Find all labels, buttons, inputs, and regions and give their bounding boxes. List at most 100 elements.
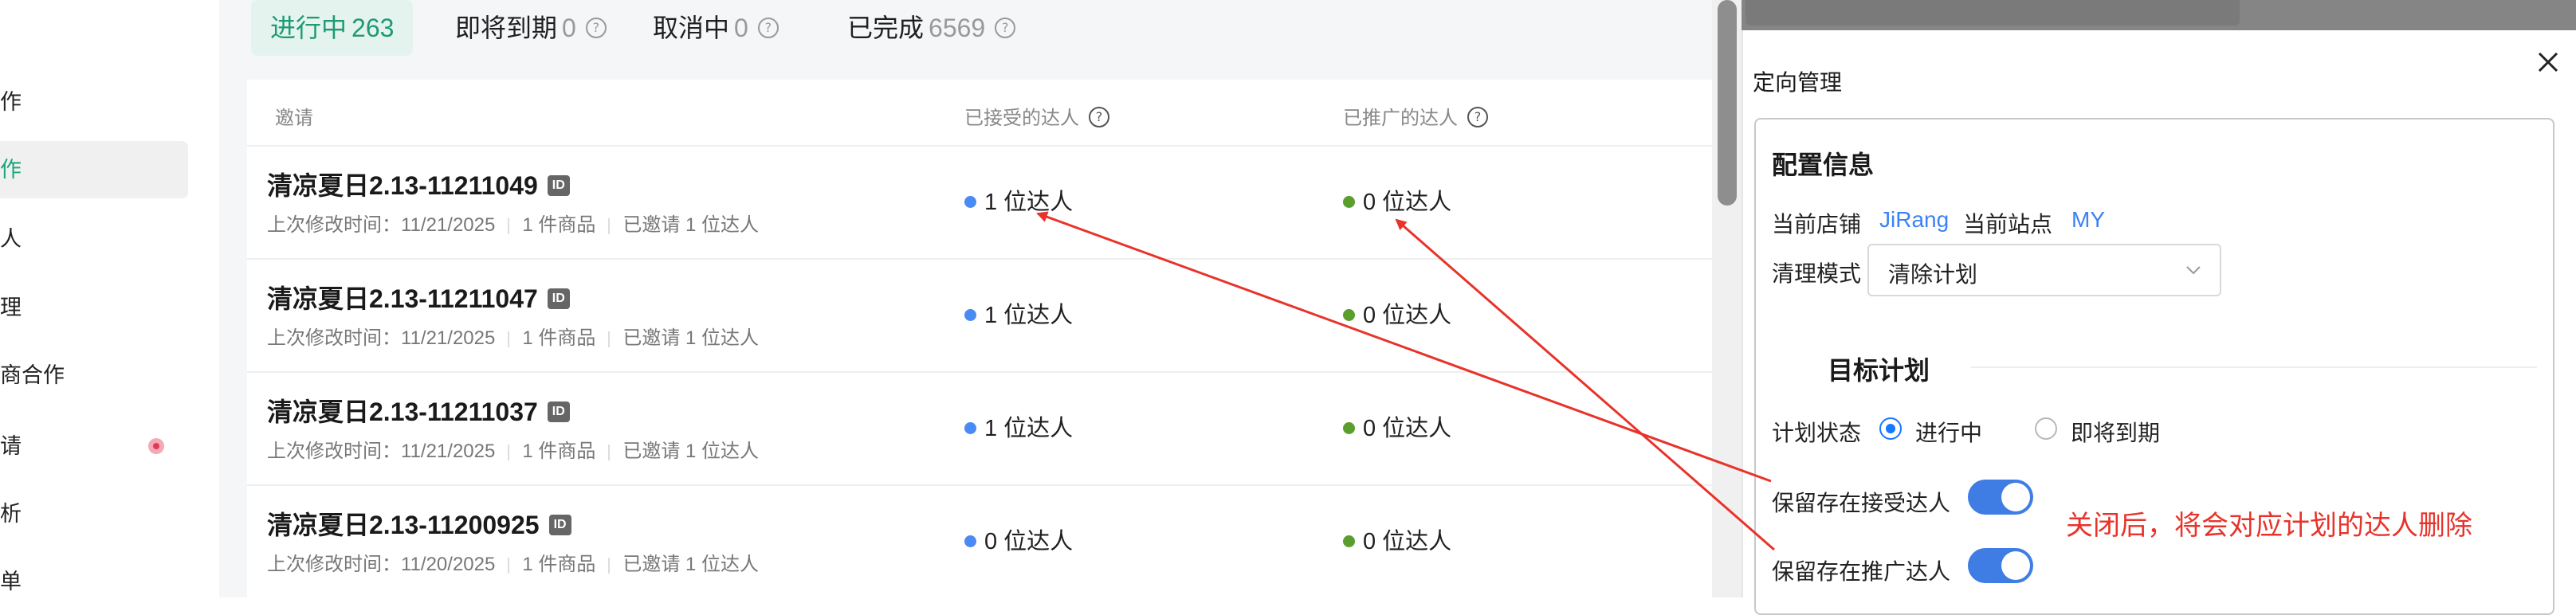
accepted-count: 0 位达人	[984, 529, 1074, 554]
tab-expiring-soon[interactable]: 即将到期 0?	[455, 0, 607, 56]
site-value[interactable]: MY	[2071, 207, 2105, 233]
help-icon[interactable]: ?	[1467, 106, 1488, 127]
sidebar-item-label: 作	[0, 158, 22, 182]
tab-cancelling[interactable]: 取消中 0?	[653, 0, 779, 56]
tab-label: 已完成	[847, 14, 925, 42]
product-count: 1 件商品	[522, 554, 596, 575]
store-label: 当前店铺	[1772, 212, 1862, 237]
main-content: 进行中 263 即将到期 0? 取消中 0? 已完成 6569? 邀请 已接受的达人? …	[219, 0, 1742, 597]
scrollbar-thumb[interactable]	[1718, 0, 1737, 206]
drawer-title: 定向管理	[1753, 70, 1843, 95]
sidebar-item-4[interactable]: 理	[0, 279, 188, 336]
radio-in-progress[interactable]	[1879, 417, 1902, 440]
product-count: 1 件商品	[522, 214, 596, 236]
status-dot	[1343, 535, 1355, 547]
mode-select-value: 清除计划	[1888, 262, 1978, 287]
mode-label: 清理模式	[1772, 261, 1862, 286]
promoted-count: 0 位达人	[1363, 416, 1452, 441]
sidebar-item-6[interactable]: 请	[0, 417, 188, 475]
sidebar-item-label: 作	[0, 90, 22, 114]
table-row[interactable]: 清凉夏日2.13-11211049 ID 上次修改时间：11/21/2025 1 件…	[247, 145, 1715, 260]
divider	[1971, 366, 2537, 368]
toggle-knob	[2001, 551, 2030, 580]
status-label: 计划状态	[1772, 421, 1862, 445]
table-row[interactable]: 清凉夏日2.13-11211037 ID 上次修改时间：11/21/2025 1 件…	[247, 371, 1715, 486]
sidebar-item-label: 人	[0, 227, 22, 251]
help-icon[interactable]: ?	[1089, 106, 1109, 127]
tab-completed[interactable]: 已完成 6569?	[847, 0, 1016, 56]
help-icon[interactable]: ?	[585, 17, 607, 38]
chevron-down-icon	[2186, 266, 2201, 275]
invited-count: 已邀请 1 位达人	[622, 554, 760, 575]
tab-in-progress[interactable]: 进行中 263	[251, 0, 414, 56]
column-header-accepted: 已接受的达人?	[964, 102, 1109, 130]
column-header-promoted: 已推广的达人?	[1343, 102, 1488, 130]
tab-label: 取消中	[653, 14, 730, 42]
invitation-table: 邀请 已接受的达人? 已推广的达人? 清凉夏日2.13-11211049 ID 上…	[247, 80, 1715, 597]
mode-select[interactable]: 清除计划	[1867, 244, 2221, 296]
toggle-knob	[2001, 483, 2030, 511]
keep-accepted-label: 保留存在接受达人	[1772, 491, 1951, 515]
row-meta: 上次修改时间：11/20/2025 1 件商品 已邀请 1 位达人	[267, 548, 759, 576]
target-plan-heading: 目标计划	[1828, 356, 1930, 385]
table-row[interactable]: 清凉夏日2.13-11211047 ID 上次修改时间：11/21/2025 1 件…	[247, 258, 1715, 373]
accepted-count: 1 位达人	[984, 416, 1074, 441]
dimmed-search-bar	[1745, 0, 2240, 25]
sidebar-item-8[interactable]: 单	[0, 553, 188, 610]
plan-title-text: 清凉夏日2.13-11211037	[267, 398, 538, 426]
tab-count: 6569	[929, 14, 986, 42]
plan-title[interactable]: 清凉夏日2.13-11211049 ID	[267, 166, 570, 202]
sidebar-item-5[interactable]: 商合作	[0, 347, 188, 404]
plan-title[interactable]: 清凉夏日2.13-11211047 ID	[267, 279, 570, 315]
annotation-text: 关闭后，将会对应计划的达人删除	[2066, 511, 2472, 541]
id-icon[interactable]: ID	[547, 174, 570, 196]
promoted-count: 0 位达人	[1363, 303, 1452, 328]
sidebar-item-3[interactable]: 人	[0, 210, 188, 268]
sidebar: 作 作 人 理 商合作 请 析 单	[0, 0, 221, 597]
status-dot	[1343, 309, 1355, 321]
column-header-label: 已接受的达人	[964, 108, 1079, 129]
accepted-cell: 1 位达人	[964, 296, 1073, 330]
store-value[interactable]: JiRang	[1879, 207, 1949, 233]
status-dot	[964, 422, 976, 434]
sidebar-item-label: 析	[0, 502, 22, 526]
status-tabs: 进行中 263 即将到期 0? 取消中 0? 已完成 6569?	[251, 0, 1718, 72]
accepted-cell: 1 位达人	[964, 183, 1073, 217]
plan-title-text: 清凉夏日2.13-11200925	[267, 511, 540, 539]
close-icon[interactable]	[2532, 46, 2564, 78]
id-icon[interactable]: ID	[547, 401, 570, 422]
column-header-label: 已推广的达人	[1343, 108, 1458, 129]
id-icon[interactable]: ID	[548, 514, 571, 535]
config-title: 配置信息	[1772, 151, 1875, 179]
promoted-count: 0 位达人	[1363, 529, 1452, 554]
scrollbar[interactable]	[1712, 0, 1742, 597]
keep-promoted-toggle[interactable]	[1968, 548, 2033, 583]
help-icon[interactable]: ?	[995, 17, 1016, 38]
plan-title-text: 清凉夏日2.13-11211047	[267, 284, 538, 313]
sidebar-item-2-active[interactable]: 作	[0, 141, 188, 198]
radio-label: 进行中	[1915, 421, 1983, 445]
table-row[interactable]: 清凉夏日2.13-11200925 ID 上次修改时间：11/20/2025 1 件…	[247, 484, 1715, 599]
modified-time: 上次修改时间：11/20/2025	[267, 554, 496, 575]
modified-time: 上次修改时间：11/21/2025	[267, 327, 496, 349]
sidebar-item-7[interactable]: 析	[0, 485, 188, 543]
radio-label: 即将到期	[2071, 421, 2161, 445]
plan-title[interactable]: 清凉夏日2.13-11200925 ID	[267, 505, 571, 542]
product-count: 1 件商品	[522, 327, 596, 349]
help-icon[interactable]: ?	[757, 17, 779, 38]
plan-title[interactable]: 清凉夏日2.13-11211037 ID	[267, 392, 570, 429]
column-header-invite: 邀请	[275, 108, 313, 129]
tab-label: 进行中	[270, 14, 348, 42]
keep-accepted-toggle[interactable]	[1968, 480, 2033, 515]
invited-count: 已邀请 1 位达人	[622, 441, 760, 462]
promoted-cell: 0 位达人	[1343, 523, 1451, 556]
id-icon[interactable]: ID	[547, 288, 570, 309]
invited-count: 已邀请 1 位达人	[622, 327, 760, 349]
row-meta: 上次修改时间：11/21/2025 1 件商品 已邀请 1 位达人	[267, 209, 759, 237]
notification-badge	[148, 438, 164, 454]
sidebar-item-1[interactable]: 作	[0, 73, 188, 131]
tab-count: 263	[351, 14, 395, 42]
radio-expiring-soon[interactable]	[2035, 417, 2057, 440]
tab-count: 0	[562, 14, 576, 42]
promoted-count: 0 位达人	[1363, 190, 1452, 215]
